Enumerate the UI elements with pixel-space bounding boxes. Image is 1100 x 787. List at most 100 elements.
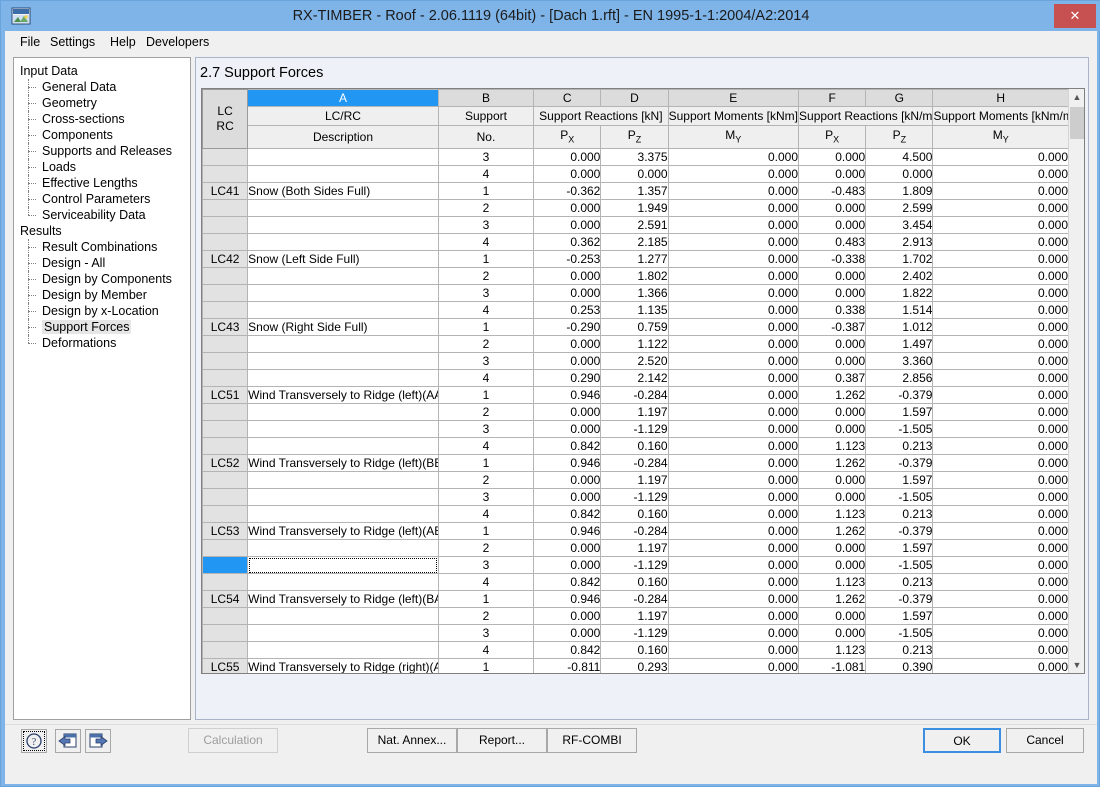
support-no-cell[interactable]: 4 <box>437 369 535 388</box>
my-knm-cell[interactable]: 0.000 <box>667 590 800 609</box>
support-no-cell[interactable]: 3 <box>437 216 535 235</box>
my-knmm-cell[interactable]: 0.000 <box>932 488 1069 507</box>
table-row[interactable]: 3 0.000 -1.129 0.000 0.000 -1.505 0.000 <box>202 488 1069 507</box>
pz-knm-cell[interactable]: -0.379 <box>865 590 934 609</box>
px-kn-cell[interactable]: 0.000 <box>533 148 602 167</box>
nav-item-design-by-components[interactable]: Design by Components <box>14 271 190 287</box>
lc-rc-cell[interactable] <box>202 539 249 558</box>
px-knm-cell[interactable]: -1.081 <box>798 658 867 673</box>
previous-button[interactable] <box>55 729 81 753</box>
px-kn-cell[interactable]: 0.842 <box>533 641 602 660</box>
description-cell[interactable] <box>247 488 439 507</box>
support-no-cell[interactable]: 1 <box>437 182 535 201</box>
description-cell[interactable]: Wind Transversely to Ridge (left)(AA) <box>247 386 439 405</box>
ok-button[interactable]: OK <box>923 728 1001 753</box>
px-kn-cell[interactable]: 0.000 <box>533 420 602 439</box>
nav-item-design-all[interactable]: Design - All <box>14 255 190 271</box>
grid-corner-cell[interactable]: LC RC <box>202 89 249 150</box>
my-knmm-cell[interactable]: 0.000 <box>932 233 1069 252</box>
description-cell[interactable] <box>247 471 439 490</box>
scroll-down-arrow-icon[interactable]: ▼ <box>1069 657 1084 673</box>
px-kn-cell[interactable]: 0.946 <box>533 454 602 473</box>
lc-rc-cell[interactable] <box>202 352 249 371</box>
pz-kn-cell[interactable]: 0.759 <box>600 318 669 337</box>
table-row[interactable]: LC53 Wind Transversely to Ridge (left)(AB… <box>202 522 1069 541</box>
description-cell[interactable] <box>247 148 439 167</box>
support-no-cell[interactable]: 1 <box>437 250 535 269</box>
lc-rc-cell[interactable] <box>202 488 249 507</box>
lc-rc-cell[interactable] <box>202 335 249 354</box>
support-no-cell[interactable]: 4 <box>437 505 535 524</box>
px-knm-cell[interactable]: 1.262 <box>798 590 867 609</box>
table-row[interactable]: 4 0.253 1.135 0.000 0.338 1.514 0.000 <box>202 301 1069 320</box>
pz-kn-cell[interactable]: 1.357 <box>600 182 669 201</box>
column-header-h[interactable]: H <box>932 89 1069 107</box>
description-cell[interactable] <box>247 573 439 592</box>
description-cell[interactable] <box>247 539 439 558</box>
menu-item-settings[interactable]: Settings <box>43 33 102 51</box>
lc-rc-cell[interactable]: LC53 <box>202 522 249 541</box>
description-cell[interactable] <box>247 335 439 354</box>
description-cell[interactable] <box>247 165 439 184</box>
table-row[interactable]: 4 0.842 0.160 0.000 1.123 0.213 0.000 <box>202 437 1069 456</box>
pz-kn-cell[interactable]: 1.197 <box>600 471 669 490</box>
support-no-cell[interactable]: 1 <box>437 590 535 609</box>
description-cell[interactable]: Wind Transversely to Ridge (left)(BA) <box>247 590 439 609</box>
table-row[interactable]: 3 0.000 -1.129 0.000 0.000 -1.505 0.000 <box>202 556 1069 575</box>
nav-item-loads[interactable]: Loads <box>14 159 190 175</box>
my-knm-cell[interactable]: 0.000 <box>667 471 800 490</box>
my-knm-cell[interactable]: 0.000 <box>667 318 800 337</box>
pz-knm-cell[interactable]: 3.454 <box>865 216 934 235</box>
pz-kn-cell[interactable]: 2.591 <box>600 216 669 235</box>
px-kn-cell[interactable]: 0.000 <box>533 284 602 303</box>
px-kn-cell[interactable]: 0.000 <box>533 352 602 371</box>
nav-item-design-by-member[interactable]: Design by Member <box>14 287 190 303</box>
description-cell[interactable] <box>247 199 439 218</box>
px-kn-cell[interactable]: 0.842 <box>533 505 602 524</box>
my-knmm-cell[interactable]: 0.000 <box>932 624 1069 643</box>
description-cell[interactable] <box>247 216 439 235</box>
px-knm-cell[interactable]: 0.000 <box>798 335 867 354</box>
support-no-cell[interactable]: 1 <box>437 522 535 541</box>
px-knm-cell[interactable]: 0.483 <box>798 233 867 252</box>
px-knm-cell[interactable]: 0.000 <box>798 148 867 167</box>
table-row[interactable]: 2 0.000 1.197 0.000 0.000 1.597 0.000 <box>202 539 1069 558</box>
my-knmm-cell[interactable]: 0.000 <box>932 335 1069 354</box>
pz-kn-cell[interactable]: 1.135 <box>600 301 669 320</box>
px-kn-cell[interactable]: 0.000 <box>533 199 602 218</box>
px-kn-cell[interactable]: -0.290 <box>533 318 602 337</box>
pz-knm-cell[interactable]: 1.702 <box>865 250 934 269</box>
table-row[interactable]: 3 0.000 3.375 0.000 0.000 4.500 0.000 <box>202 148 1069 167</box>
lc-rc-cell[interactable] <box>202 148 249 167</box>
pz-knm-cell[interactable]: 0.213 <box>865 573 934 592</box>
table-row[interactable]: LC43 Snow (Right Side Full) 1 -0.290 0.759 0.… <box>202 318 1069 337</box>
my-knm-cell[interactable]: 0.000 <box>667 556 800 575</box>
table-row[interactable]: LC54 Wind Transversely to Ridge (left)(BA… <box>202 590 1069 609</box>
my-knm-cell[interactable]: 0.000 <box>667 624 800 643</box>
px-knm-cell[interactable]: 1.123 <box>798 573 867 592</box>
my-knm-cell[interactable]: 0.000 <box>667 250 800 269</box>
help-button[interactable]: ? <box>21 729 47 753</box>
lc-rc-cell[interactable] <box>202 284 249 303</box>
pz-kn-cell[interactable]: -0.284 <box>600 386 669 405</box>
pz-kn-cell[interactable]: 0.160 <box>600 505 669 524</box>
report-button[interactable]: Report... <box>457 728 547 753</box>
table-row[interactable]: 2 0.000 1.197 0.000 0.000 1.597 0.000 <box>202 607 1069 626</box>
lc-rc-cell[interactable] <box>202 505 249 524</box>
px-kn-cell[interactable]: 0.946 <box>533 386 602 405</box>
lc-rc-cell[interactable]: LC54 <box>202 590 249 609</box>
lc-rc-cell[interactable] <box>202 369 249 388</box>
table-row[interactable]: 4 0.842 0.160 0.000 1.123 0.213 0.000 <box>202 573 1069 592</box>
px-kn-cell[interactable]: 0.000 <box>533 267 602 286</box>
px-knm-cell[interactable]: 0.000 <box>798 624 867 643</box>
nav-item-serviceability-data[interactable]: Serviceability Data <box>14 207 190 223</box>
support-no-cell[interactable]: 1 <box>437 318 535 337</box>
my-knm-cell[interactable]: 0.000 <box>667 437 800 456</box>
support-no-cell[interactable]: 3 <box>437 556 535 575</box>
my-knmm-cell[interactable]: 0.000 <box>932 199 1069 218</box>
pz-kn-cell[interactable]: 1.949 <box>600 199 669 218</box>
my-knmm-cell[interactable]: 0.000 <box>932 165 1069 184</box>
lc-rc-cell[interactable] <box>202 471 249 490</box>
table-row[interactable]: 3 0.000 -1.129 0.000 0.000 -1.505 0.000 <box>202 420 1069 439</box>
pz-knm-cell[interactable]: -0.379 <box>865 454 934 473</box>
